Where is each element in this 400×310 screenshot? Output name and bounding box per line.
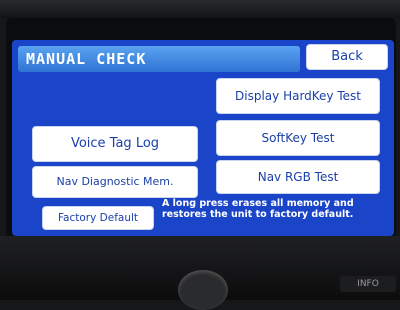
control-knob[interactable] [178, 270, 228, 310]
nav-rgb-test-button[interactable]: Nav RGB Test [216, 160, 380, 194]
device-bezel-top [0, 0, 400, 18]
back-button[interactable]: Back [306, 44, 388, 70]
title-bar: MANUAL CHECK [18, 46, 300, 72]
softkey-test-button[interactable]: SoftKey Test [216, 120, 380, 156]
voice-tag-log-button[interactable]: Voice Tag Log [32, 126, 198, 162]
display-hardkey-test-button[interactable]: Display HardKey Test [216, 78, 380, 114]
factory-default-button[interactable]: Factory Default [42, 206, 154, 230]
factory-default-note: A long press erases all memory and resto… [162, 198, 354, 220]
info-key-button[interactable]: INFO [340, 276, 396, 292]
nav-diagnostic-mem-button[interactable]: Nav Diagnostic Mem. [32, 166, 198, 198]
manual-check-screen: MANUAL CHECK Back Display HardKey Test V… [12, 40, 394, 236]
page-title: MANUAL CHECK [26, 50, 147, 68]
